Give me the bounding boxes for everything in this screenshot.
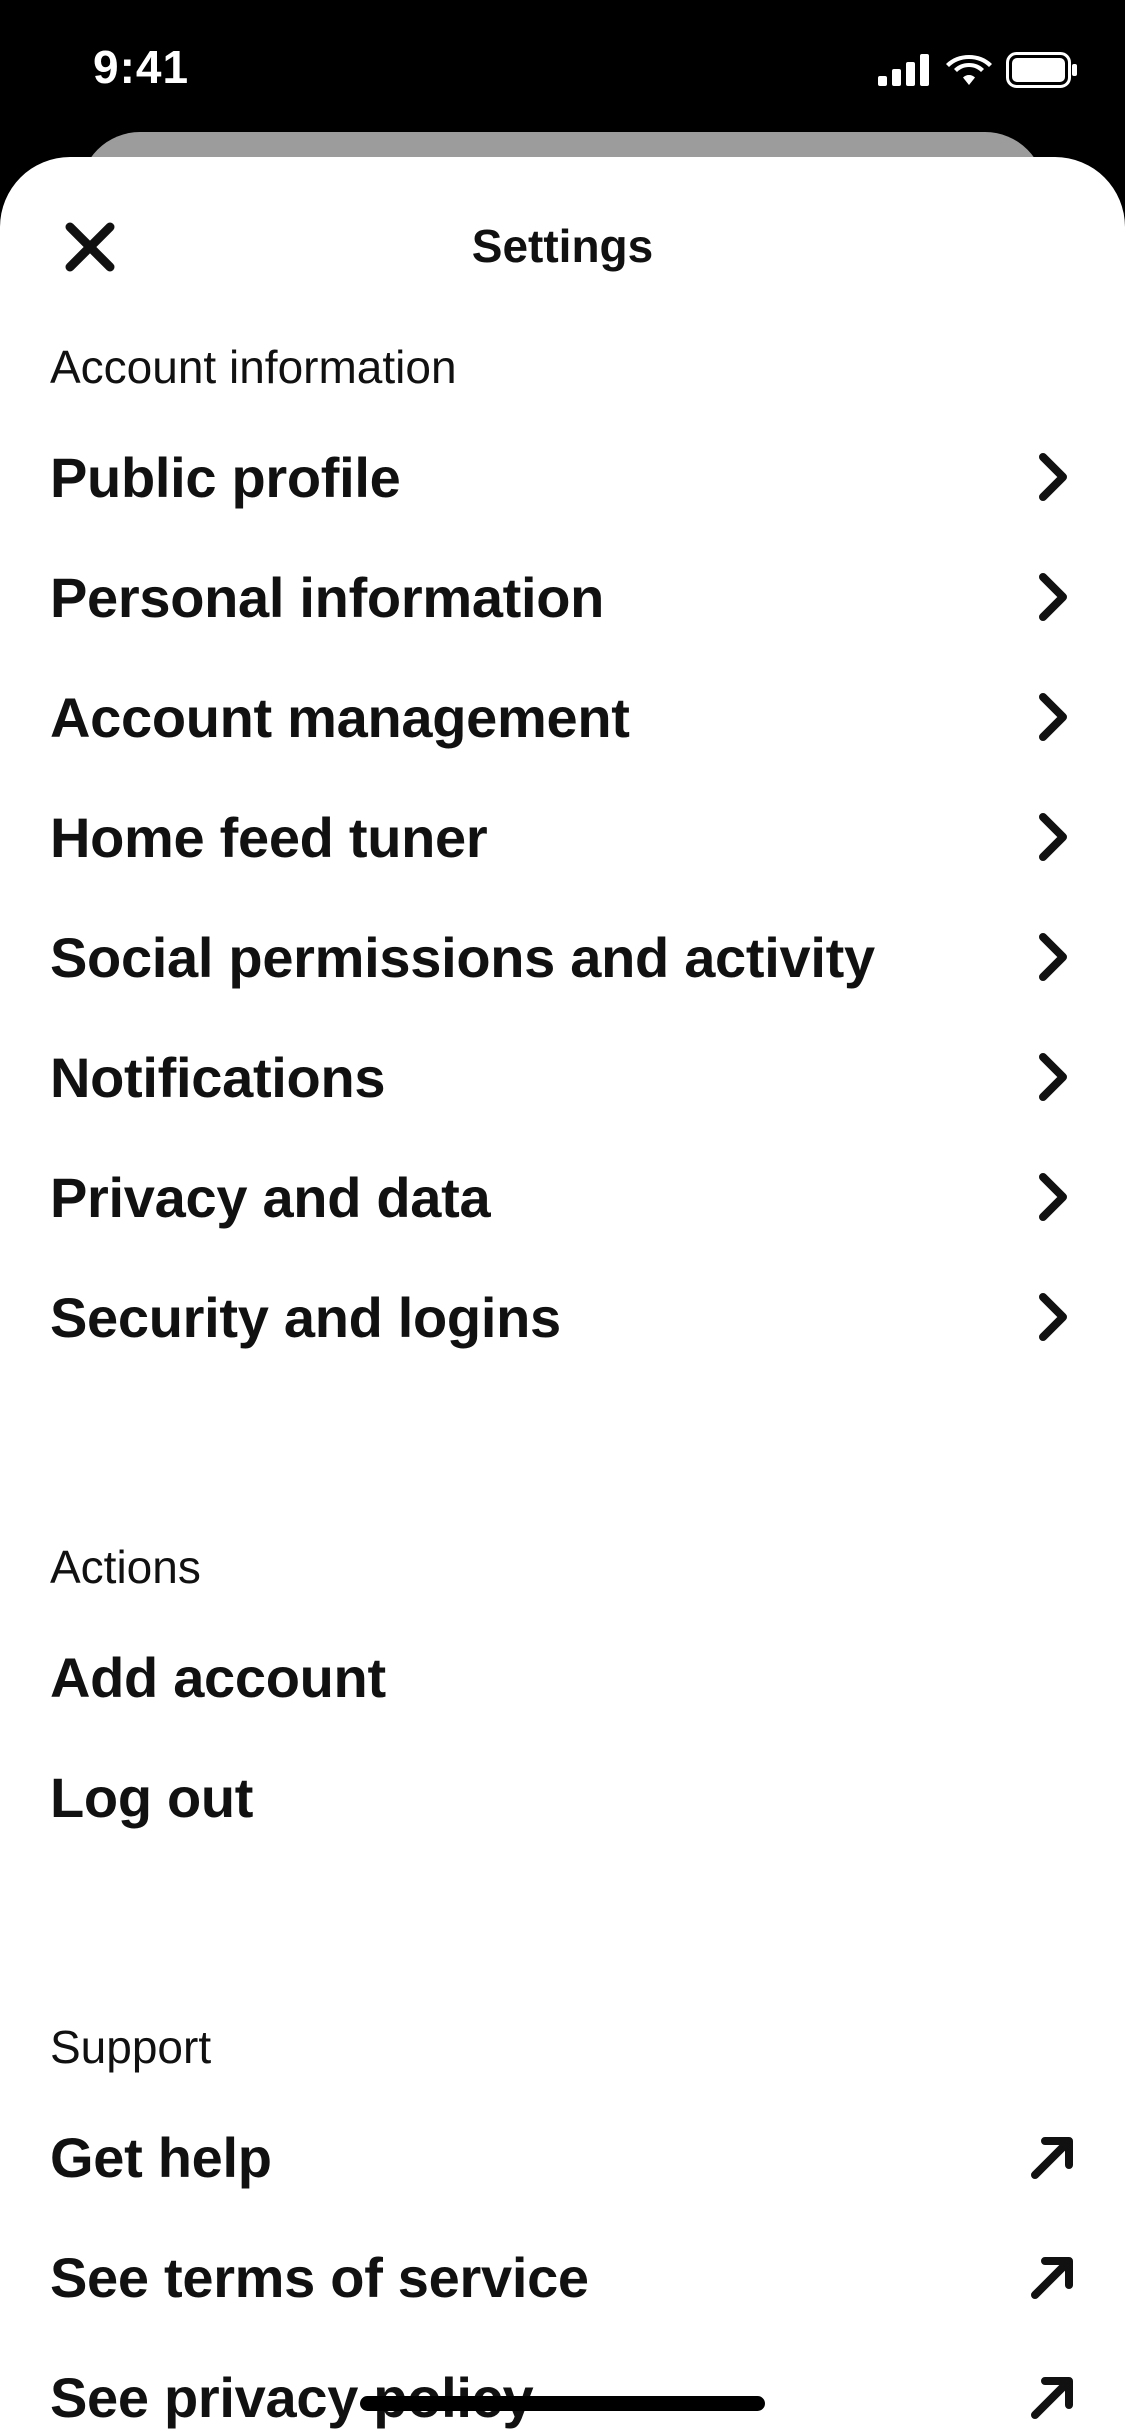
- settings-item-label: Public profile: [50, 445, 401, 509]
- settings-item-personal-information[interactable]: Personal information: [50, 537, 1078, 657]
- settings-item-public-profile[interactable]: Public profile: [50, 417, 1078, 537]
- external-arrow-icon: [1028, 2127, 1078, 2187]
- section-support: Support Get help See terms of service Se…: [0, 2017, 1125, 2436]
- settings-item-label: Home feed tuner: [50, 805, 488, 869]
- settings-item-social-permissions[interactable]: Social permissions and activity: [50, 897, 1078, 1017]
- settings-item-privacy-and-data[interactable]: Privacy and data: [50, 1137, 1078, 1257]
- battery-icon: [1006, 52, 1077, 88]
- page-title: Settings: [471, 220, 654, 272]
- settings-item-label: Get help: [50, 2125, 272, 2189]
- get-help-link[interactable]: Get help: [50, 2097, 1078, 2217]
- settings-item-label: Notifications: [50, 1045, 386, 1109]
- chevron-right-icon: [1028, 807, 1078, 867]
- settings-item-label: Add account: [50, 1645, 386, 1709]
- section-account-information: Account information Public profile Perso…: [0, 337, 1125, 1377]
- settings-sheet: Settings Account information Public prof…: [0, 157, 1125, 2436]
- settings-item-label: Account management: [50, 685, 630, 749]
- settings-item-label: Log out: [50, 1765, 254, 1829]
- settings-item-label: Security and logins: [50, 1285, 561, 1349]
- home-indicator[interactable]: [360, 2396, 765, 2411]
- settings-item-label: See terms of service: [50, 2245, 589, 2309]
- settings-item-label: Personal information: [50, 565, 605, 629]
- section-title: Support: [50, 2021, 212, 2073]
- external-arrow-icon: [1028, 2247, 1078, 2307]
- chevron-right-icon: [1028, 1047, 1078, 1107]
- terms-of-service-link[interactable]: See terms of service: [50, 2217, 1078, 2337]
- settings-item-label: Privacy and data: [50, 1165, 491, 1229]
- settings-item-account-management[interactable]: Account management: [50, 657, 1078, 777]
- privacy-policy-link[interactable]: See privacy policy: [50, 2337, 1078, 2436]
- external-arrow-icon: [1028, 2367, 1078, 2427]
- status-bar: 9:41: [0, 0, 1125, 140]
- chevron-right-icon: [1028, 447, 1078, 507]
- settings-item-home-feed-tuner[interactable]: Home feed tuner: [50, 777, 1078, 897]
- status-icons: [878, 50, 1078, 90]
- section-actions: Actions Add account Log out: [0, 1537, 1125, 1857]
- add-account-button[interactable]: Add account: [50, 1617, 1078, 1737]
- wifi-icon: [946, 55, 992, 85]
- settings-screen: 9:41 Settings Account information Public…: [0, 0, 1125, 2436]
- chevron-right-icon: [1028, 1287, 1078, 1347]
- chevron-right-icon: [1028, 1167, 1078, 1227]
- chevron-right-icon: [1028, 567, 1078, 627]
- chevron-right-icon: [1028, 687, 1078, 747]
- log-out-button[interactable]: Log out: [50, 1737, 1078, 1857]
- chevron-right-icon: [1028, 927, 1078, 987]
- settings-item-label: Social permissions and activity: [50, 925, 875, 989]
- section-title: Actions: [50, 1541, 201, 1593]
- sheet-header: Settings: [0, 157, 1125, 337]
- settings-item-notifications[interactable]: Notifications: [50, 1017, 1078, 1137]
- cellular-signal-icon: [878, 54, 929, 86]
- settings-item-security-and-logins[interactable]: Security and logins: [50, 1257, 1078, 1377]
- section-title: Account information: [50, 341, 457, 393]
- status-time: 9:41: [93, 41, 190, 93]
